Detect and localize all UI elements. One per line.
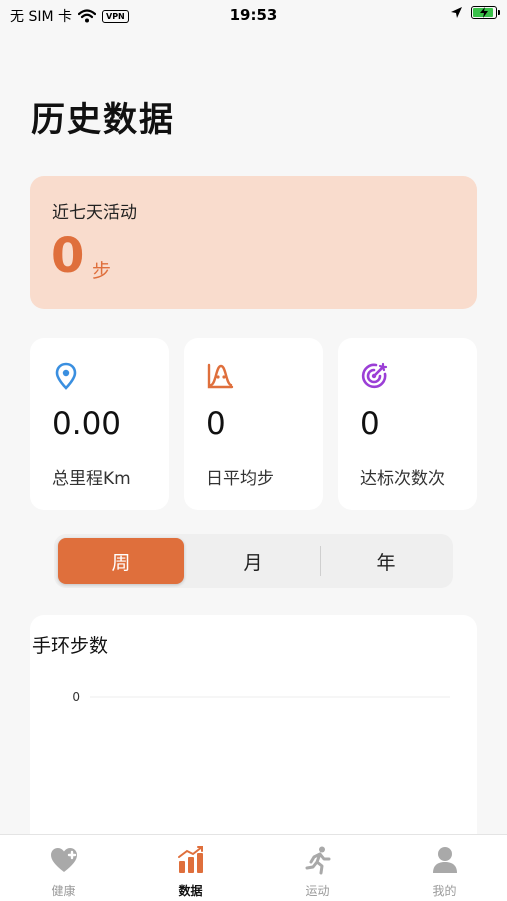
steps-unit: 步 xyxy=(92,260,112,282)
weekly-activity-card: 近七天活动 0 步 xyxy=(30,176,477,309)
tab-health-label: 健康 xyxy=(51,884,76,898)
tab-sport[interactable]: 运动 xyxy=(254,835,381,901)
bar-chart-trend-icon xyxy=(177,846,203,873)
target-icon xyxy=(361,362,388,389)
segment-divider xyxy=(320,546,321,576)
goal-count-value: 0 xyxy=(360,406,380,442)
distance-label: 总里程Km xyxy=(52,469,131,489)
average-steps-card: 0 日平均步 xyxy=(184,338,323,510)
distance-stat-card: 0.00 总里程Km xyxy=(30,338,169,510)
average-steps-value: 0 xyxy=(206,406,226,442)
tab-sport-label: 运动 xyxy=(305,884,330,898)
y-tick-label: 0 xyxy=(72,690,80,704)
period-segmented-control: 周 月 年 xyxy=(54,534,453,588)
bottom-tab-bar: 健康 数据 运动 我的 xyxy=(0,834,507,901)
tab-week[interactable]: 周 xyxy=(58,538,184,584)
tab-health[interactable]: 健康 xyxy=(0,835,127,901)
heart-plus-icon xyxy=(50,848,77,872)
status-bar: 无 SIM 卡 VPN 19:53 xyxy=(0,0,507,30)
band-steps-chart-card: 手环步数 0 xyxy=(30,615,477,855)
distance-value: 0.00 xyxy=(52,406,122,442)
page-title: 历史数据 xyxy=(31,100,175,140)
location-pin-icon xyxy=(55,362,77,390)
bell-curve-chart-icon xyxy=(207,363,234,389)
weekly-activity-label: 近七天活动 xyxy=(52,203,137,223)
tab-mine[interactable]: 我的 xyxy=(381,835,507,901)
running-icon xyxy=(305,846,330,875)
tab-month[interactable]: 月 xyxy=(190,538,316,584)
tab-mine-label: 我的 xyxy=(432,884,457,898)
battery-icon xyxy=(471,6,500,19)
person-icon xyxy=(432,847,457,873)
tab-data[interactable]: 数据 xyxy=(127,835,254,901)
weekly-steps-value: 0 xyxy=(51,228,85,284)
tab-year[interactable]: 年 xyxy=(323,538,449,584)
tab-data-label: 数据 xyxy=(178,884,203,898)
goal-count-card: 0 达标次数次 xyxy=(338,338,477,510)
average-steps-label: 日平均步 xyxy=(206,469,274,489)
status-right xyxy=(450,6,500,19)
location-arrow-icon xyxy=(451,7,462,18)
clock: 19:53 xyxy=(229,6,278,24)
steps-chart: 0 xyxy=(72,690,450,704)
goal-count-label: 达标次数次 xyxy=(360,469,445,489)
